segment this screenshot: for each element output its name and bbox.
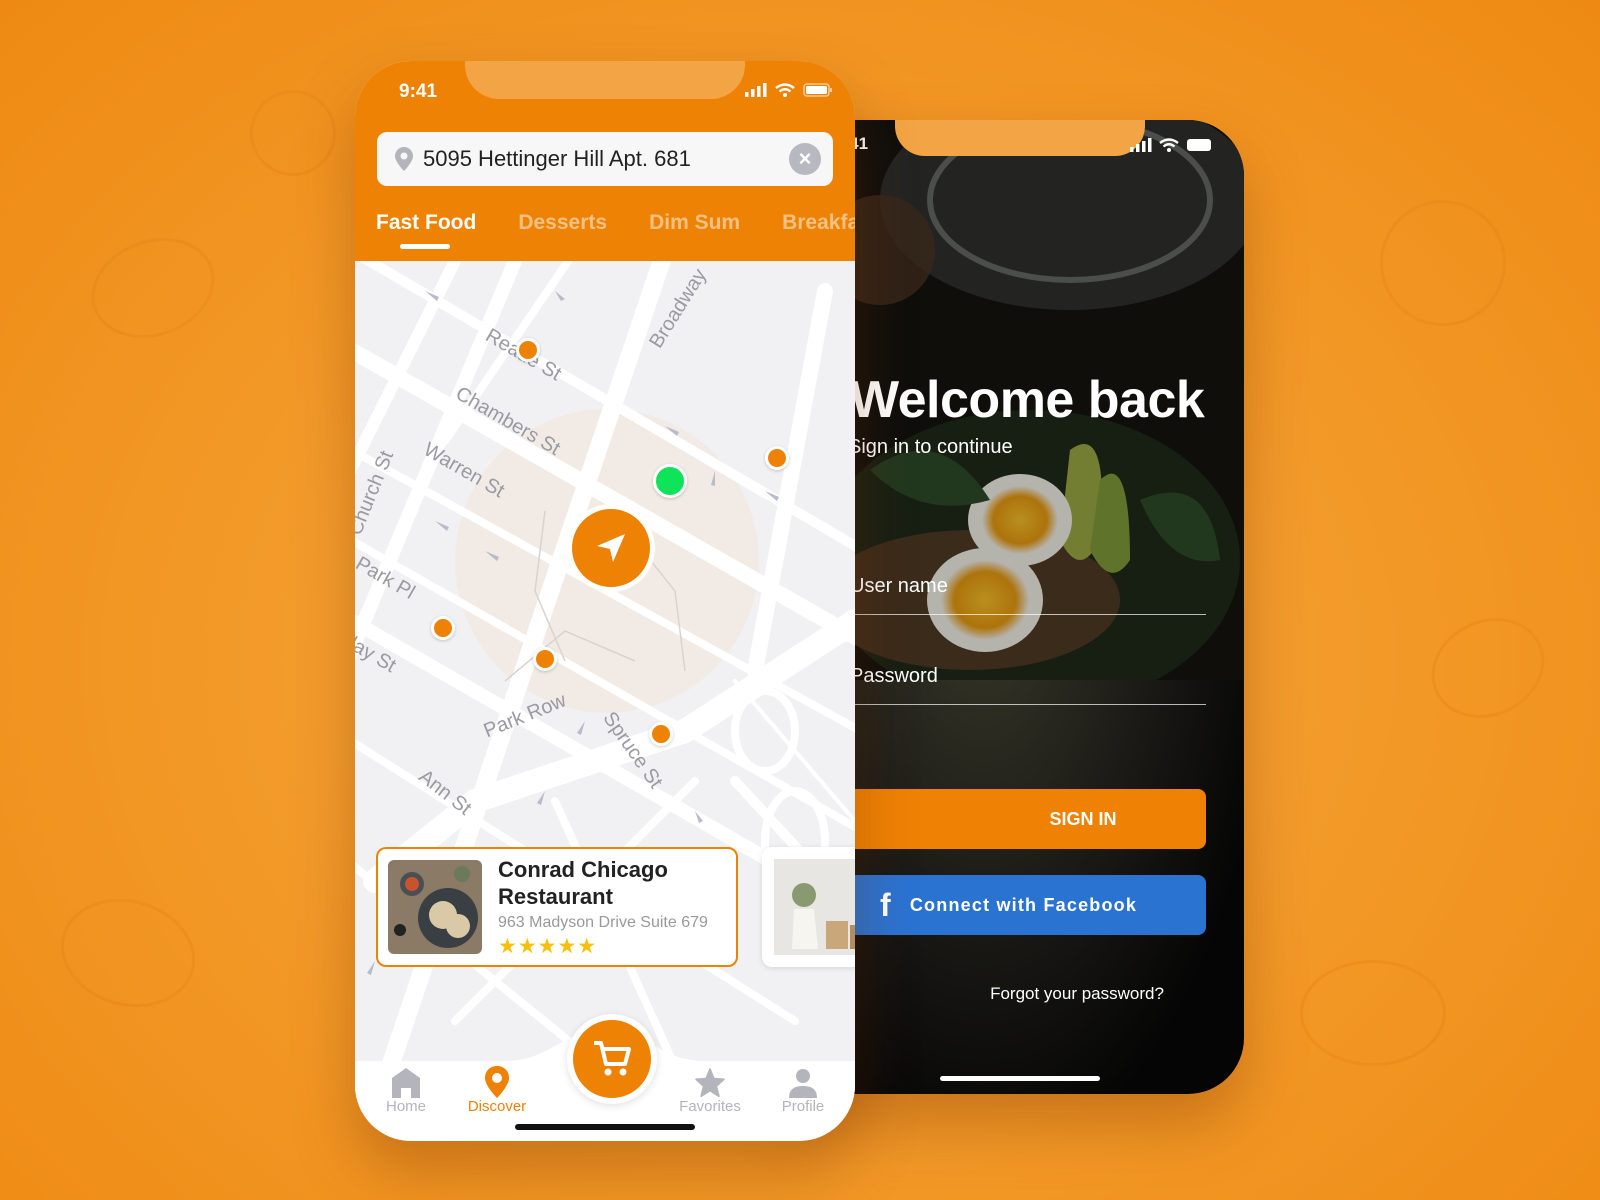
map-streets bbox=[355, 261, 855, 1111]
restaurant-marker[interactable] bbox=[533, 647, 557, 671]
battery-icon bbox=[803, 83, 832, 97]
tab-discover[interactable]: Discover bbox=[457, 1064, 537, 1115]
signal-icon bbox=[1130, 138, 1152, 152]
tab-fast-food[interactable]: Fast Food bbox=[376, 211, 476, 235]
tab-profile-label: Profile bbox=[781, 1098, 825, 1115]
signal-icon bbox=[745, 83, 767, 97]
status-icons bbox=[745, 83, 833, 97]
cart-icon bbox=[594, 1041, 631, 1076]
profile-icon bbox=[789, 1069, 817, 1098]
facebook-connect-button[interactable]: f Connect with Facebook bbox=[840, 875, 1206, 935]
restaurant-marker[interactable] bbox=[649, 722, 673, 746]
address-value: 5095 Hettinger Hill Apt. 681 bbox=[423, 146, 691, 171]
wifi-icon bbox=[1159, 138, 1179, 152]
home-icon bbox=[392, 1068, 420, 1098]
background-doodle bbox=[1415, 599, 1561, 737]
home-indicator bbox=[515, 1124, 695, 1130]
tab-profile[interactable]: Profile bbox=[763, 1064, 843, 1115]
tab-favorites-label: Favorites bbox=[679, 1098, 741, 1115]
tab-home-label: Home bbox=[385, 1098, 426, 1115]
background-doodle bbox=[1300, 960, 1446, 1066]
welcome-subtitle: Sign in to continue bbox=[848, 436, 1013, 458]
map[interactable]: Reade St Chambers St Broadway Church St … bbox=[355, 261, 855, 1111]
tab-desserts[interactable]: Desserts bbox=[518, 211, 607, 235]
navigation-arrow-icon bbox=[597, 534, 625, 562]
sign-in-label: SIGN IN bbox=[1049, 808, 1117, 829]
username-field[interactable]: User name bbox=[850, 575, 1206, 615]
tab-breakfast[interactable]: Breakfast bbox=[782, 211, 855, 235]
restaurant-marker[interactable] bbox=[516, 338, 540, 362]
restaurant-photo bbox=[774, 859, 855, 955]
restaurant-card[interactable]: Conrad Chicago Restaurant 963 Madyson Dr… bbox=[376, 847, 738, 967]
battery-icon bbox=[1187, 139, 1211, 151]
restaurant-photo bbox=[388, 860, 482, 954]
password-placeholder: Password bbox=[850, 665, 938, 687]
sign-in-button[interactable]: SIGN IN bbox=[840, 789, 1206, 849]
location-pin-icon bbox=[395, 147, 413, 171]
facebook-icon: f bbox=[880, 886, 892, 923]
status-time: 9:41 bbox=[399, 81, 438, 102]
background-doodle bbox=[77, 221, 229, 355]
notch bbox=[465, 61, 745, 99]
cart-button[interactable] bbox=[567, 1014, 657, 1104]
tab-discover-label: Discover bbox=[467, 1098, 527, 1115]
address-search-input[interactable]: 5095 Hettinger Hill Apt. 681 × bbox=[377, 132, 833, 186]
background-doodle bbox=[48, 884, 208, 1022]
restaurant-address: 963 Madyson Drive Suite 679 bbox=[498, 913, 708, 931]
background-doodle bbox=[1380, 200, 1506, 326]
restaurant-marker[interactable] bbox=[431, 616, 455, 640]
star-rating: ★★★★★ bbox=[498, 934, 598, 958]
home-indicator bbox=[940, 1076, 1100, 1081]
tab-dim-sum[interactable]: Dim Sum bbox=[649, 211, 740, 235]
background-doodle bbox=[250, 90, 336, 176]
locate-me-button[interactable] bbox=[567, 504, 655, 592]
notch bbox=[895, 120, 1145, 156]
restaurant-name: Conrad Chicago Restaurant bbox=[498, 856, 668, 909]
clear-icon[interactable]: × bbox=[789, 143, 821, 175]
restaurant-card[interactable] bbox=[762, 847, 855, 967]
star-icon bbox=[695, 1068, 725, 1098]
selected-restaurant-marker[interactable] bbox=[653, 464, 687, 498]
tab-favorites[interactable]: Favorites bbox=[670, 1064, 750, 1115]
status-icons bbox=[1130, 138, 1214, 152]
welcome-title: Welcome back bbox=[850, 371, 1205, 429]
discover-screen: 9:41 5095 Hettinger Hill Apt. 681 × Fast… bbox=[355, 61, 855, 1141]
facebook-label: Connect with Facebook bbox=[909, 894, 1138, 915]
password-field[interactable]: Password bbox=[850, 665, 1206, 705]
category-tabs: Fast Food Desserts Dim Sum Breakfast bbox=[376, 211, 855, 235]
restaurant-marker[interactable] bbox=[765, 446, 789, 470]
active-tab-indicator bbox=[400, 244, 450, 249]
wifi-icon bbox=[775, 83, 795, 97]
location-pin-icon bbox=[485, 1066, 509, 1098]
tab-home[interactable]: Home bbox=[366, 1064, 446, 1115]
username-placeholder: User name bbox=[850, 575, 948, 597]
